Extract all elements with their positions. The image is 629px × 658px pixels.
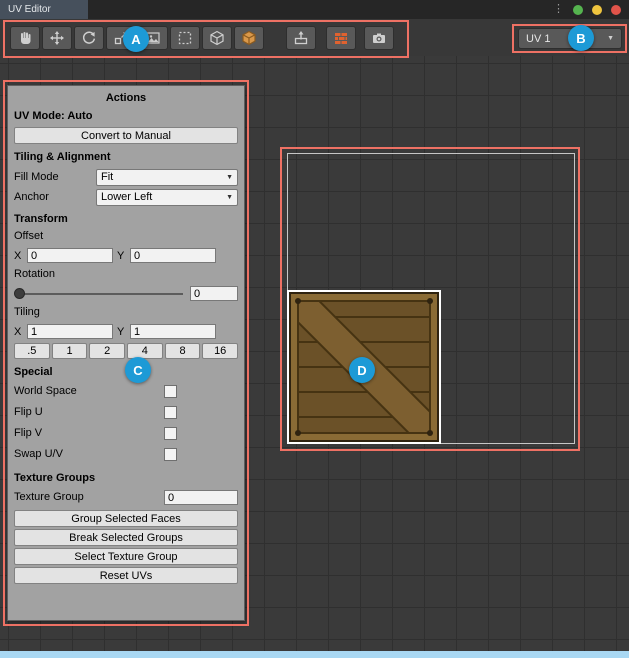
- crate-texture-image: [289, 292, 439, 442]
- flip-u-label: Flip U: [14, 404, 164, 421]
- uv-channel-value: UV 1: [526, 33, 550, 45]
- texture-groups-header: Texture Groups: [14, 470, 238, 487]
- window-controls: ⋮: [553, 0, 621, 19]
- flip-v-checkbox[interactable]: [164, 427, 177, 440]
- tab-uv-editor[interactable]: UV Editor: [0, 0, 88, 19]
- tiling-preset-button[interactable]: 2: [89, 343, 125, 359]
- camera-icon: [371, 30, 387, 46]
- tiling-x-label: X: [14, 326, 23, 338]
- offset-x-label: X: [14, 250, 23, 262]
- tiling-label: Tiling: [14, 304, 238, 321]
- chevron-down-icon: ▼: [226, 174, 233, 181]
- crate-texture-face[interactable]: [287, 290, 441, 444]
- offset-label: Offset: [14, 228, 238, 245]
- select-texture-group-button[interactable]: Select Texture Group: [14, 548, 238, 565]
- screenshot-button[interactable]: [364, 26, 394, 50]
- flip-v-label: Flip V: [14, 425, 164, 442]
- cube-textured-icon: [241, 30, 257, 46]
- offset-x-input[interactable]: [27, 248, 113, 263]
- tiling-preset-button[interactable]: 16: [202, 343, 238, 359]
- window-button-green[interactable]: [573, 5, 583, 15]
- slider-track: [15, 293, 183, 295]
- offset-y-label: Y: [117, 250, 126, 262]
- flip-u-checkbox[interactable]: [164, 406, 177, 419]
- slider-knob[interactable]: [14, 288, 25, 299]
- title-bar: UV Editor ⋮: [0, 0, 629, 19]
- move-tool-button[interactable]: [42, 26, 72, 50]
- rotation-label: Rotation: [14, 266, 238, 283]
- window-button-yellow[interactable]: [592, 5, 602, 15]
- rotation-slider[interactable]: [14, 284, 184, 303]
- export-uv-icon: [293, 30, 309, 46]
- texture-group-input[interactable]: [164, 490, 238, 505]
- reset-uvs-button[interactable]: Reset UVs: [14, 567, 238, 584]
- convert-to-manual-button[interactable]: Convert to Manual: [14, 127, 238, 144]
- pan-tool-button[interactable]: [10, 26, 40, 50]
- world-space-label: World Space: [14, 383, 164, 400]
- fill-mode-dropdown[interactable]: Fit ▼: [96, 169, 238, 186]
- image-icon: [145, 30, 161, 46]
- save-uv-image-button[interactable]: [286, 26, 316, 50]
- marquee-select-button[interactable]: [170, 26, 200, 50]
- window-title: UV Editor: [8, 4, 51, 15]
- anchor-label: Anchor: [14, 189, 96, 206]
- offset-y-input[interactable]: [130, 248, 216, 263]
- bricks-icon: [333, 30, 349, 46]
- anchor-dropdown[interactable]: Lower Left ▼: [96, 189, 238, 206]
- break-selected-groups-button[interactable]: Break Selected Groups: [14, 529, 238, 546]
- tiling-preset-button[interactable]: 4: [127, 343, 163, 359]
- panel-title: Actions: [14, 89, 238, 108]
- fill-mode-label: Fill Mode: [14, 169, 96, 186]
- special-header: Special: [14, 364, 238, 381]
- chevron-down-icon: ▼: [607, 35, 614, 42]
- transform-header: Transform: [14, 211, 238, 228]
- tiling-x-input[interactable]: [27, 324, 113, 339]
- window-button-red[interactable]: [611, 5, 621, 15]
- tiling-y-input[interactable]: [130, 324, 216, 339]
- uv-channel-dropdown[interactable]: UV 1 ▼: [518, 28, 622, 49]
- scale-icon: [113, 30, 129, 46]
- cube-wireframe-button[interactable]: [202, 26, 232, 50]
- tiling-preset-button[interactable]: .5: [14, 343, 50, 359]
- scale-tool-button[interactable]: [106, 26, 136, 50]
- rotation-input[interactable]: [190, 286, 238, 301]
- marquee-icon: [177, 30, 193, 46]
- texture-select-button[interactable]: [138, 26, 168, 50]
- actions-panel: Actions UV Mode: Auto Convert to Manual …: [7, 85, 245, 621]
- texture-group-label: Texture Group: [14, 489, 164, 506]
- texture-preview-button[interactable]: [326, 26, 356, 50]
- group-selected-faces-button[interactable]: Group Selected Faces: [14, 510, 238, 527]
- swap-uv-label: Swap U/V: [14, 446, 164, 463]
- rotate-icon: [81, 30, 97, 46]
- move-icon: [49, 30, 65, 46]
- tiling-preset-button[interactable]: 8: [165, 343, 201, 359]
- tiling-y-label: Y: [117, 326, 126, 338]
- tiling-preset-button[interactable]: 1: [52, 343, 88, 359]
- anchor-value: Lower Left: [101, 191, 152, 203]
- rotate-tool-button[interactable]: [74, 26, 104, 50]
- chevron-down-icon: ▼: [226, 194, 233, 201]
- bottom-accent-bar: [0, 651, 629, 658]
- swap-uv-checkbox[interactable]: [164, 448, 177, 461]
- cube-outline-icon: [209, 30, 225, 46]
- textured-cube-button[interactable]: [234, 26, 264, 50]
- more-menu-icon[interactable]: ⋮: [553, 4, 564, 15]
- tiling-alignment-header: Tiling & Alignment: [14, 149, 238, 166]
- uv-mode-label: UV Mode: Auto: [14, 108, 238, 125]
- world-space-checkbox[interactable]: [164, 385, 177, 398]
- pan-icon: [17, 30, 33, 46]
- fill-mode-value: Fit: [101, 171, 113, 183]
